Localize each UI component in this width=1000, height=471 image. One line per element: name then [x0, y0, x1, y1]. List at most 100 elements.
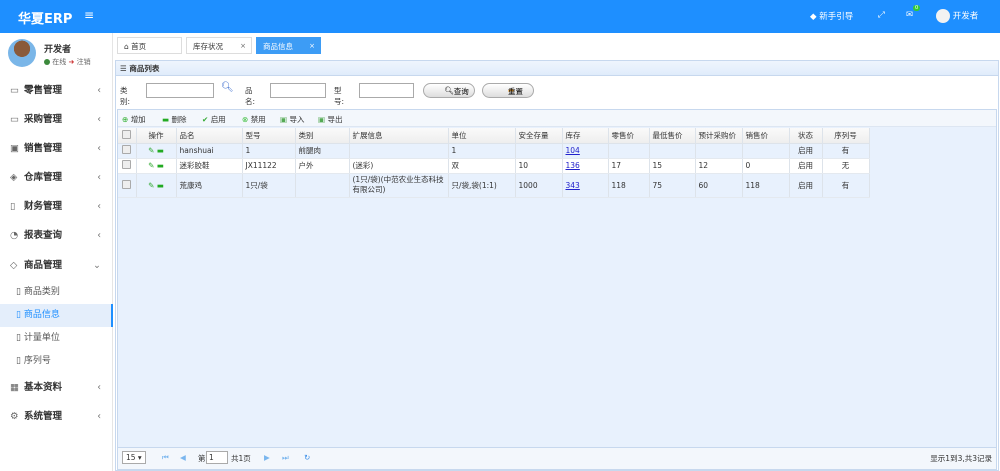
name-input[interactable] — [270, 83, 326, 98]
delete-button[interactable]: ▬ 删除 — [162, 114, 186, 125]
top-bar: 华夏ERP ≡ ◆ 新手引导 ⤢ ✉ 0 开发者 — [0, 0, 1000, 33]
chevron-left-icon: ‹ — [97, 172, 101, 183]
row-checkbox[interactable] — [122, 145, 132, 154]
gear-icon: ⚙ — [10, 411, 19, 422]
briefcase-icon: ▣ — [10, 143, 19, 154]
add-button[interactable]: ⊕ 增加 — [122, 114, 146, 125]
edit-icon[interactable]: ✎ — [148, 181, 154, 190]
sidebar-item-basic[interactable]: ▦ 基本资料 ‹ — [0, 373, 113, 402]
table-row: ✎ ▬ 迷彩胶鞋 JX11122 户外 (迷彩) 双 10 136 17 15 12 0 启用无 — [118, 158, 870, 174]
tab-home[interactable]: ⌂ 首页 — [117, 37, 182, 54]
table-cell: 12 — [695, 158, 743, 174]
logout-link[interactable]: 注销 — [77, 58, 91, 66]
sidebar-item-sales[interactable]: ▣ 销售管理 ‹ — [0, 134, 113, 163]
avatar — [8, 39, 36, 67]
next-page-icon[interactable]: ▶ — [264, 453, 270, 462]
diamond-icon: ◆ — [810, 12, 820, 22]
guide-link[interactable]: ◆ 新手引导 — [810, 10, 853, 22]
mail-icon[interactable]: ✉ 0 — [906, 5, 921, 20]
user-status: 在线 ➜ 注销 — [44, 57, 91, 67]
sidebar-subitem-serial[interactable]: ▯ 序列号 — [0, 350, 113, 373]
table-cell: 启用 — [789, 173, 823, 198]
chevron-left-icon: ‹ — [97, 114, 101, 125]
sidebar-item-purchase[interactable]: ▭ 采购管理 ‹ — [0, 105, 113, 134]
table-cell: 前腿肉 — [295, 143, 350, 159]
table-cell: 17 — [608, 158, 650, 174]
table-cell — [349, 143, 449, 159]
table-cell: 1只/袋 — [242, 173, 296, 198]
reset-button[interactable]: ➦ 重置 — [482, 83, 534, 98]
sidebar-subitem-goods-info[interactable]: ▯ 商品信息 — [0, 304, 113, 327]
table-cell: 无 — [822, 158, 870, 174]
menu-toggle-icon[interactable]: ≡ — [84, 8, 94, 22]
list-icon: ☰ — [120, 64, 127, 73]
category-input[interactable] — [146, 83, 214, 98]
logout-icon[interactable]: ➜ — [68, 58, 74, 66]
user-menu[interactable]: 开发者 — [936, 9, 978, 23]
mail-badge: 0 — [913, 5, 921, 11]
stock-link[interactable]: 136 — [566, 161, 580, 170]
delete-icon[interactable]: ▬ — [157, 161, 164, 170]
goods-grid: ⊕ 增加 ▬ 删除 ✔ 启用 ⊗ 禁用 ▣ 导入 ▣ 导出 操作 品名 型号 类… — [117, 109, 997, 470]
sidebar-item-retail[interactable]: ▭ 零售管理 ‹ — [0, 76, 113, 105]
sidebar-item-reports[interactable]: ◔ 报表查询 ‹ — [0, 221, 113, 250]
export-button[interactable]: ▣ 导出 — [318, 114, 342, 125]
sidebar-subitem-category[interactable]: ▯ 商品类别 — [0, 281, 113, 304]
table-cell: 启用 — [789, 158, 823, 174]
table-cell: (迷彩) — [349, 158, 449, 174]
fullscreen-icon[interactable]: ⤢ — [878, 10, 885, 20]
delete-icon[interactable]: ▬ — [157, 146, 164, 155]
query-button[interactable]: 🔍︎ 查询 — [423, 83, 475, 98]
chart-icon: ◔ — [10, 230, 19, 241]
import-button[interactable]: ▣ 导入 — [280, 114, 304, 125]
sidebar-item-goods[interactable]: ◇ 商品管理 ⌄ — [0, 251, 113, 280]
table-cell: 75 — [649, 173, 696, 198]
table-cell: 15 — [649, 158, 696, 174]
table-cell — [608, 143, 650, 159]
tab-goods-info[interactable]: 商品信息 × — [256, 37, 321, 54]
sidebar-subitem-unit[interactable]: ▯ 计量单位 — [0, 327, 113, 350]
disable-button[interactable]: ⊗ 禁用 — [242, 114, 266, 125]
chevron-down-icon: ⌄ — [93, 260, 101, 271]
sidebar-item-system[interactable]: ⚙ 系统管理 ‹ — [0, 402, 113, 431]
close-icon[interactable]: × — [240, 38, 246, 55]
table-cell: 只/袋,袋(1:1) — [448, 173, 516, 198]
sidebar-item-finance[interactable]: ▯ 财务管理 ‹ — [0, 192, 113, 221]
search-icon[interactable]: 🔍︎ — [221, 82, 234, 93]
prev-page-icon[interactable]: ◀ — [180, 453, 186, 462]
sidebar-item-warehouse[interactable]: ◈ 仓库管理 ‹ — [0, 163, 113, 192]
table-cell — [295, 173, 350, 198]
last-page-icon[interactable]: ⏭ — [282, 453, 289, 463]
delete-icon[interactable]: ▬ — [157, 181, 164, 190]
gift-icon: ▭ — [10, 85, 19, 96]
close-icon[interactable]: × — [309, 38, 315, 55]
table-cell: 1 — [448, 143, 516, 159]
row-checkbox[interactable] — [122, 179, 132, 189]
table-cell: hanshuai — [176, 143, 243, 159]
first-page-icon[interactable]: ⏮ — [162, 453, 169, 463]
table-cell — [695, 143, 743, 159]
tab-stock[interactable]: 库存状况 × — [186, 37, 252, 54]
select-all-checkbox[interactable] — [122, 129, 132, 139]
home-icon: ⌂ — [124, 42, 129, 51]
chevron-left-icon: ‹ — [97, 201, 101, 212]
model-input[interactable] — [359, 83, 414, 98]
enable-button[interactable]: ✔ 启用 — [202, 114, 226, 125]
check-icon: ✔ — [202, 115, 209, 124]
table-header-row: 操作 品名 型号 类别 扩展信息 单位 安全存量 库存 零售价 最低售价 预计采… — [118, 128, 870, 144]
book-icon: ▯ — [10, 201, 16, 212]
disable-icon: ⊗ — [242, 115, 249, 124]
table-row: ✎ ▬ 荒康鸡 1只/袋 (1只/袋)(中范农业生态科技有限公司) 只/袋,袋(1:1)… — [118, 173, 870, 198]
page-size-select[interactable]: 15 ▾ — [122, 451, 146, 464]
page-input[interactable]: 1 — [206, 451, 228, 464]
edit-icon[interactable]: ✎ — [148, 146, 154, 155]
chevron-left-icon: ‹ — [97, 411, 101, 422]
refresh-icon[interactable]: ↻ — [304, 453, 310, 462]
stock-link[interactable]: 104 — [566, 146, 580, 155]
table-cell — [515, 143, 563, 159]
row-checkbox[interactable] — [122, 160, 132, 169]
table-cell: 启用 — [789, 143, 823, 159]
monitor-icon: ▭ — [10, 114, 19, 125]
edit-icon[interactable]: ✎ — [148, 161, 154, 170]
stock-link[interactable]: 343 — [566, 181, 580, 190]
